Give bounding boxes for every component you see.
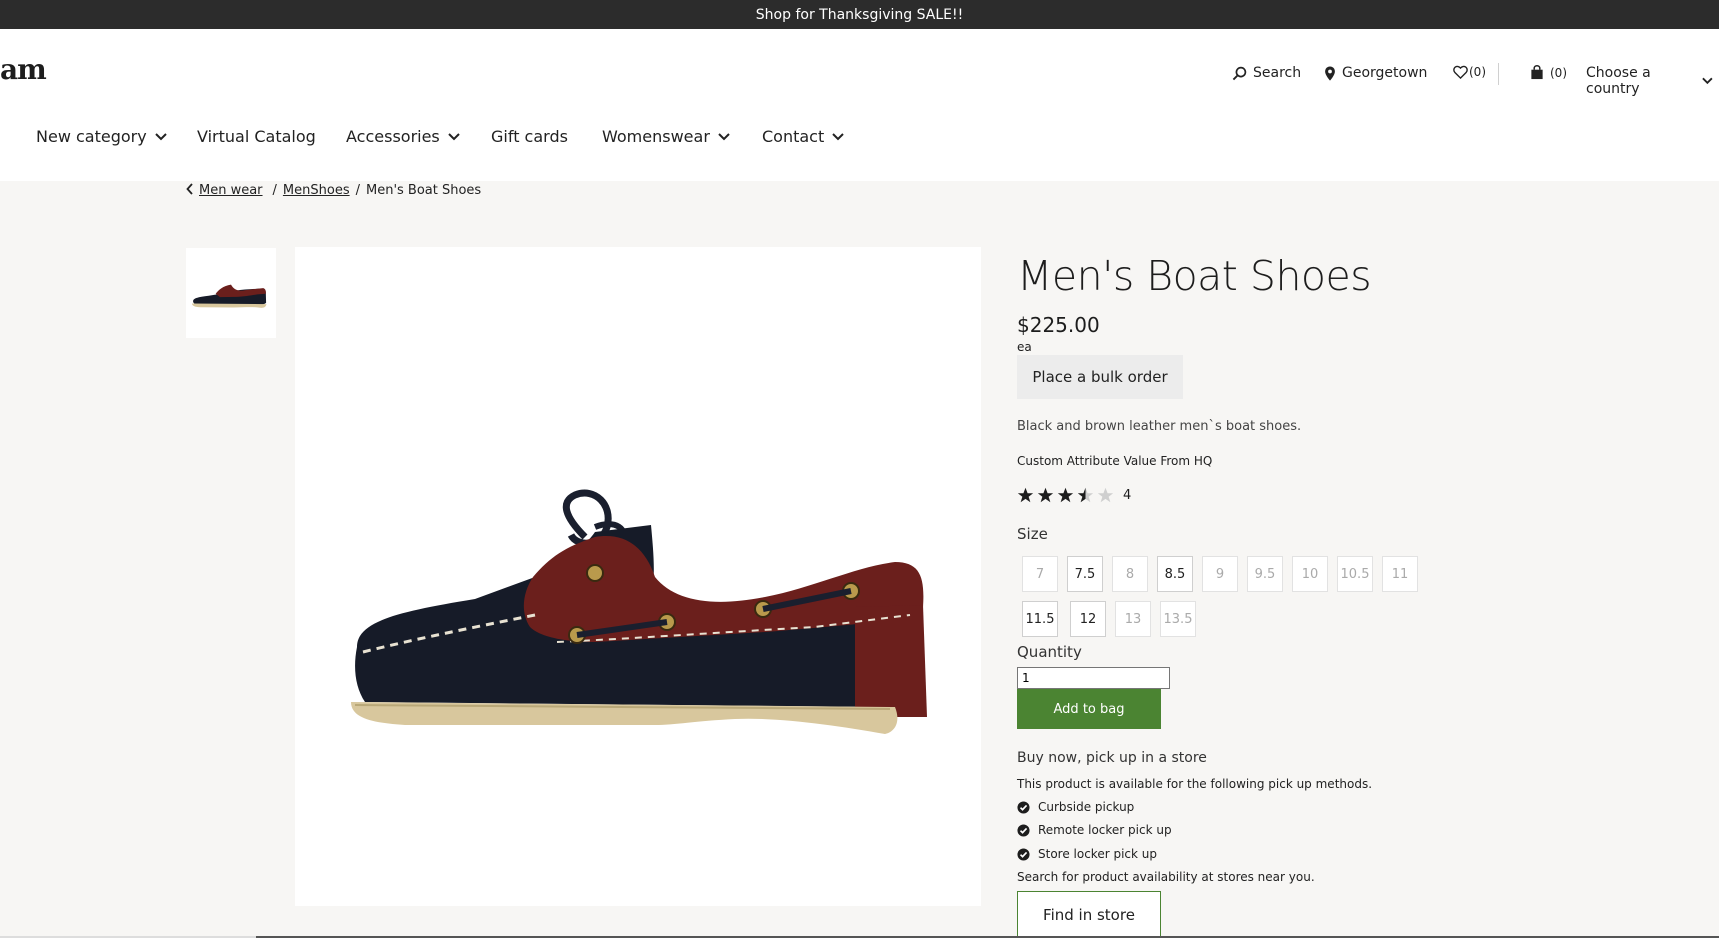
pickup-title: Buy now, pick up in a store [1017, 750, 1207, 766]
heart-icon [1453, 65, 1468, 79]
shopping-bag-icon [1531, 65, 1543, 80]
nav-virtual-catalog[interactable]: Virtual Catalog [197, 127, 316, 146]
store-search-text: Search for product availability at store… [1017, 870, 1315, 884]
chevron-down-icon [1702, 77, 1713, 85]
size-label: Size [1017, 525, 1048, 543]
search-icon [1232, 66, 1247, 80]
promo-text: Shop for Thanksgiving SALE!! [755, 6, 964, 23]
pickup-description: This product is available for the follow… [1017, 777, 1373, 791]
add-to-bag-button[interactable]: Add to bag [1017, 689, 1161, 729]
size-option[interactable]: 13 [1115, 601, 1151, 637]
quantity-input[interactable] [1017, 667, 1170, 689]
rating-count: 4 [1123, 487, 1132, 503]
size-option[interactable]: 7 [1022, 556, 1058, 592]
size-option[interactable]: 11.5 [1022, 601, 1058, 637]
cart-button[interactable]: (0) [1530, 65, 1567, 80]
star-full-icon [1037, 487, 1054, 503]
nav-label: Accessories [346, 127, 440, 146]
cart-count: (0) [1550, 65, 1567, 80]
chevron-down-icon [718, 132, 730, 140]
product-price: $225.00 [1017, 313, 1100, 337]
size-option[interactable]: 10 [1292, 556, 1328, 592]
pickup-method: Curbside pickup [1017, 800, 1134, 814]
chevron-down-icon [154, 132, 167, 140]
bulk-order-button[interactable]: Place a bulk order [1017, 355, 1183, 399]
star-empty-icon [1097, 487, 1114, 503]
location-pin-icon [1325, 65, 1335, 81]
nav-contact[interactable]: Contact [762, 127, 844, 146]
breadcrumb-separator: / [355, 183, 360, 198]
header-divider [1498, 63, 1499, 85]
country-label: Choose a country [1586, 65, 1651, 97]
nav-new-category[interactable]: New category [36, 127, 167, 146]
check-circle-icon [1017, 800, 1030, 814]
pickup-method: Store locker pick up [1017, 847, 1157, 861]
size-option[interactable]: 7.5 [1067, 556, 1103, 592]
promo-banner: Shop for Thanksgiving SALE!! [0, 0, 1719, 29]
breadcrumb-link[interactable]: MenShoes [283, 183, 350, 198]
size-option[interactable]: 12 [1070, 601, 1106, 637]
product-rating[interactable]: 4 [1017, 487, 1131, 503]
product-title: Men's Boat Shoes [1017, 252, 1372, 300]
site-header: am Search Georgetown (0) (0) Choose a co… [0, 29, 1719, 181]
chevron-left-icon[interactable] [186, 183, 194, 195]
product-thumbnail[interactable] [186, 248, 276, 338]
pickup-method: Remote locker pick up [1017, 823, 1172, 837]
breadcrumb-separator: / [272, 183, 277, 198]
check-circle-icon [1017, 823, 1030, 837]
size-option[interactable]: 13.5 [1160, 601, 1196, 637]
nav-label: Gift cards [491, 127, 568, 146]
store-label: Georgetown [1342, 65, 1428, 81]
pickup-method-label: Remote locker pick up [1038, 823, 1172, 837]
star-half-icon [1077, 487, 1094, 503]
wishlist-count: (0) [1469, 65, 1486, 79]
pickup-method-label: Curbside pickup [1038, 800, 1135, 814]
chevron-down-icon [832, 132, 844, 140]
size-option[interactable]: 9.5 [1247, 556, 1283, 592]
custom-attribute: Custom Attribute Value From HQ [1017, 454, 1213, 468]
pickup-method-label: Store locker pick up [1038, 847, 1157, 861]
nav-accessories[interactable]: Accessories [346, 127, 460, 146]
quantity-label: Quantity [1017, 643, 1082, 661]
country-picker[interactable]: Choose a country [1586, 65, 1719, 97]
nav-womenswear[interactable]: Womenswear [602, 127, 730, 146]
size-option[interactable]: 10.5 [1337, 556, 1373, 592]
size-option[interactable]: 8 [1112, 556, 1148, 592]
search-label: Search [1253, 65, 1302, 81]
find-in-store-button[interactable]: Find in store [1017, 891, 1161, 938]
chevron-down-icon [448, 132, 460, 140]
boat-shoe-image [351, 489, 927, 734]
search-button[interactable]: Search [1232, 65, 1301, 81]
shoe-thumbnail-image [192, 284, 267, 308]
price-unit: ea [1017, 340, 1032, 354]
wishlist-button[interactable]: (0) [1453, 65, 1486, 79]
size-option[interactable]: 9 [1202, 556, 1238, 592]
star-full-icon [1017, 487, 1034, 503]
site-logo[interactable]: am [0, 53, 47, 86]
breadcrumb-current: Men's Boat Shoes [365, 183, 482, 198]
nav-label: New category [36, 127, 147, 146]
product-main-image[interactable] [295, 247, 981, 906]
star-full-icon [1057, 487, 1074, 503]
nav-label: Virtual Catalog [197, 127, 316, 146]
check-circle-icon [1017, 847, 1030, 861]
nav-label: Womenswear [602, 127, 710, 146]
size-option[interactable]: 11 [1382, 556, 1418, 592]
breadcrumb-link[interactable]: Men wear [199, 183, 263, 198]
size-option[interactable]: 8.5 [1157, 556, 1193, 592]
nav-label: Contact [762, 127, 825, 146]
nav-gift-cards[interactable]: Gift cards [491, 127, 568, 146]
store-selector[interactable]: Georgetown [1324, 65, 1427, 81]
breadcrumb: Men wear / MenShoes / Men's Boat Shoes [186, 183, 481, 198]
product-description: Black and brown leather men`s boat shoes… [1017, 419, 1302, 434]
